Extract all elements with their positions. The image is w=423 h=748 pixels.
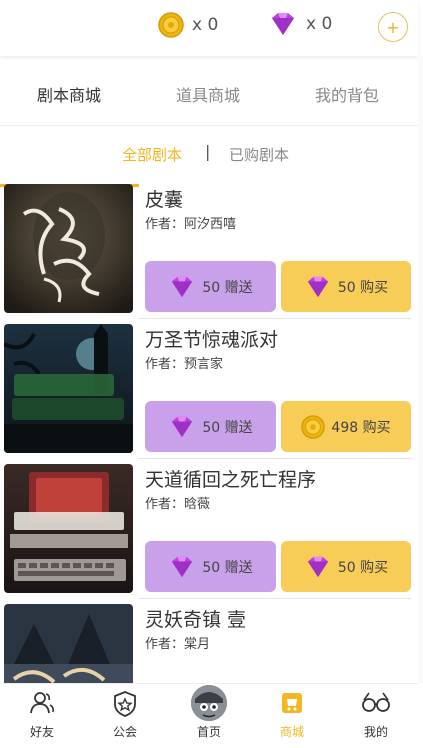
gem-balance: x 0 xyxy=(268,12,332,36)
buy-button[interactable]: 50 购买 xyxy=(281,541,411,592)
shop-icon xyxy=(282,693,302,713)
nav-label: 公会 xyxy=(112,725,137,739)
nav-label: 我的 xyxy=(363,725,388,739)
divider xyxy=(138,318,411,319)
tab-script-shop[interactable]: 剧本商城 xyxy=(0,62,138,126)
scrollbar[interactable] xyxy=(418,56,423,683)
divider xyxy=(138,458,411,459)
nav-shop[interactable]: 商城 xyxy=(250,684,334,748)
nav-guild[interactable]: 公会 xyxy=(83,684,167,748)
script-title: 万圣节惊魂派对 xyxy=(145,329,279,351)
script-title: 灵妖奇镇 壹 xyxy=(145,609,247,631)
home-avatar-icon xyxy=(189,683,229,723)
guild-shield-icon xyxy=(114,691,136,717)
gift-label: 50 赠送 xyxy=(202,559,253,576)
script-author: 作者：晗薇 xyxy=(145,497,211,512)
script-author: 作者：棠月 xyxy=(145,637,211,652)
nav-label: 首页 xyxy=(196,725,221,739)
script-filter: 全部剧本 | 已购剧本 xyxy=(0,140,418,168)
friends-icon xyxy=(30,692,54,714)
buy-label: 498 购买 xyxy=(331,419,391,436)
nav-label: 商城 xyxy=(279,725,304,739)
buy-label: 50 购买 xyxy=(337,559,389,576)
script-title: 皮囊 xyxy=(145,189,184,211)
filter-all-scripts[interactable]: 全部剧本 xyxy=(122,144,182,165)
script-cover[interactable] xyxy=(4,184,133,313)
purple-diamond-icon xyxy=(172,556,193,577)
list-item[interactable]: 万圣节惊魂派对 作者：预言家 50 赠送 498 购买 xyxy=(0,324,418,464)
nav-label: 好友 xyxy=(29,725,54,739)
filter-purchased-scripts[interactable]: 已购剧本 xyxy=(229,144,289,165)
list-item[interactable]: 皮囊 作者：阿汐西嘻 50 赠送 50 购买 xyxy=(0,184,418,324)
tab-item-shop[interactable]: 道具商城 xyxy=(139,62,277,126)
gift-button[interactable]: 50 赠送 xyxy=(145,261,276,312)
shop-tabs: 剧本商城 道具商城 我的背包 xyxy=(0,62,418,187)
gem-value: x 0 xyxy=(306,14,333,34)
purple-diamond-icon xyxy=(307,556,328,577)
gift-button[interactable]: 50 赠送 xyxy=(145,401,276,452)
purple-diamond-icon xyxy=(307,276,328,297)
recharge-plus-button[interactable]: + xyxy=(378,12,408,42)
script-author: 作者：阿汐西嘻 xyxy=(145,217,237,232)
bottom-nav: 好友 公会 首页 商城 我的 xyxy=(0,683,418,748)
gold-coin-icon xyxy=(158,12,184,38)
script-title: 天道循回之死亡程序 xyxy=(145,469,317,491)
profile-glasses-icon xyxy=(362,692,390,712)
purple-diamond-icon xyxy=(172,416,193,437)
coin-value: x 0 xyxy=(192,15,219,35)
list-item[interactable]: 天道循回之死亡程序 作者：晗薇 50 赠送 50 购买 xyxy=(0,464,418,604)
purple-diamond-icon xyxy=(272,13,294,35)
buy-label: 50 购买 xyxy=(337,279,389,296)
filter-separator: | xyxy=(205,142,211,161)
script-cover[interactable] xyxy=(4,324,133,453)
shop-page: x 0 x 0 + 剧本商城 道具商城 我的背包 全部剧本 | 已购剧本 皮囊 … xyxy=(0,0,423,748)
nav-profile[interactable]: 我的 xyxy=(334,684,418,748)
gift-label: 50 赠送 xyxy=(202,419,253,436)
purple-diamond-icon xyxy=(172,276,193,297)
buy-button[interactable]: 498 购买 xyxy=(281,401,411,452)
divider xyxy=(138,598,411,599)
currency-bar: x 0 x 0 + xyxy=(0,0,418,56)
script-author: 作者：预言家 xyxy=(145,357,224,372)
tab-my-backpack[interactable]: 我的背包 xyxy=(278,62,416,126)
nav-home[interactable]: 首页 xyxy=(167,683,251,748)
buy-button[interactable]: 50 购买 xyxy=(281,261,411,312)
gold-coin-icon xyxy=(301,414,326,439)
script-cover[interactable] xyxy=(4,464,133,593)
coin-balance: x 0 xyxy=(158,12,218,38)
gift-button[interactable]: 50 赠送 xyxy=(145,541,276,592)
gift-label: 50 赠送 xyxy=(202,279,253,296)
nav-friends[interactable]: 好友 xyxy=(0,684,84,748)
